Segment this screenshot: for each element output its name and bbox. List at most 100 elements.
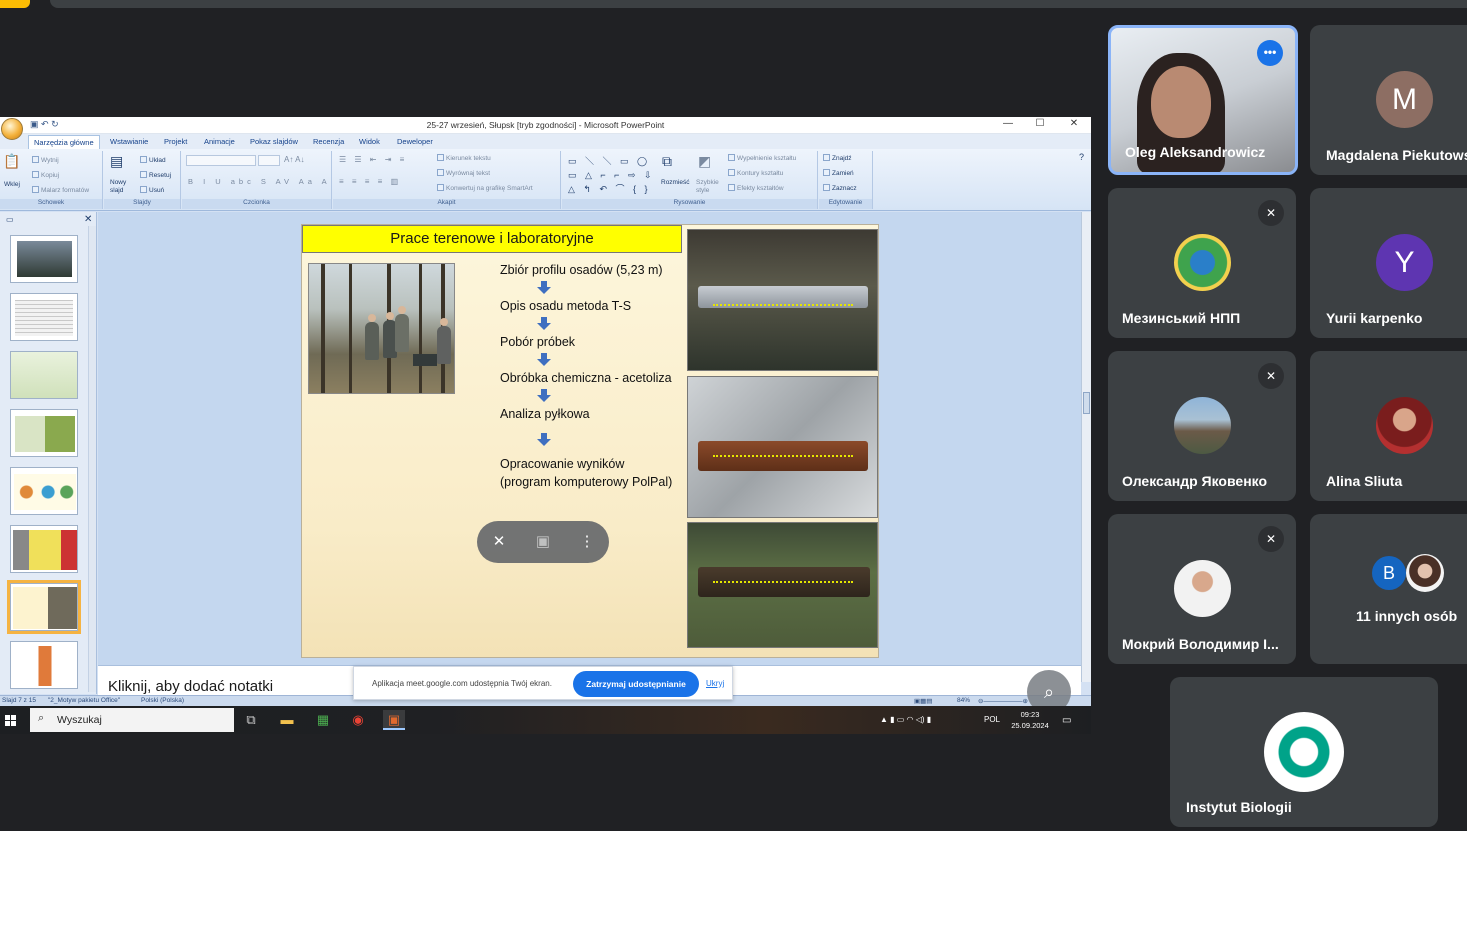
slide-thumbnail[interactable]: 6: [10, 525, 78, 573]
maximize-button[interactable]: ☐: [1028, 118, 1052, 129]
clock-date: 25.09.2024: [1011, 721, 1049, 730]
slide-canvas[interactable]: Prace terenowe i laboratoryjne Zbiór pro…: [301, 224, 879, 658]
paste-button[interactable]: Wklej: [4, 181, 20, 188]
arrange-button[interactable]: Rozmieść: [661, 179, 690, 186]
align-buttons[interactable]: ≡ ≡ ≡ ≡ ▥: [339, 177, 401, 186]
slide-thumbnail[interactable]: 1: [10, 235, 78, 283]
slide-thumbnail[interactable]: 4: [10, 409, 78, 457]
tab-developer[interactable]: Deweloper: [397, 137, 433, 146]
text-direction-button[interactable]: Kierunek tekstu: [437, 154, 491, 162]
close-button[interactable]: ✕: [1062, 118, 1086, 129]
windows-start-icon[interactable]: [5, 715, 16, 726]
stop-sharing-button[interactable]: Zatrzymaj udostępnianie: [573, 671, 699, 697]
powerpoint-taskbar-icon[interactable]: ▣: [383, 710, 405, 730]
presenting-indicator[interactable]: [0, 0, 30, 8]
new-slide-button[interactable]: Nowy slajd: [110, 179, 136, 195]
shape-effects-button[interactable]: Efekty kształtów: [728, 184, 784, 192]
quick-styles-icon[interactable]: ◩: [698, 153, 711, 170]
task-view-icon[interactable]: ⧉: [240, 710, 262, 730]
tray-icons[interactable]: ▲ ▮ ▭ ◠ ◁) ▮: [880, 715, 931, 724]
file-explorer-icon[interactable]: ▬: [276, 710, 298, 730]
slide-thumbnail-selected[interactable]: 7: [7, 580, 81, 634]
tab-slideshow[interactable]: Pokaz slajdów: [250, 137, 298, 146]
help-icon[interactable]: ?: [1079, 152, 1084, 162]
participant-tile-speaking[interactable]: ••• Oleg Aleksandrowicz: [1108, 25, 1298, 175]
minimize-button[interactable]: —: [996, 118, 1020, 129]
arrange-icon[interactable]: ⧉: [662, 153, 672, 170]
select-button[interactable]: Zaznacz: [823, 184, 857, 192]
participant-tile[interactable]: ✕ Мезинський НПП: [1108, 188, 1296, 338]
slide-thumbnail-panel: ▭ ✕ 1 2 3 4 5 6 7 8: [0, 212, 97, 694]
zoom-slider[interactable]: ⊖——————⊕: [978, 697, 1028, 705]
panel-close-icon[interactable]: ✕: [84, 214, 92, 225]
notifications-icon[interactable]: ▭: [1062, 715, 1071, 726]
tab-animations[interactable]: Animacje: [204, 137, 235, 146]
layout-button[interactable]: Układ: [140, 156, 166, 164]
avatar: [1174, 234, 1231, 291]
replace-button[interactable]: Zamień: [823, 169, 854, 177]
quick-styles-button[interactable]: Szybkie style: [696, 179, 722, 195]
ribbon: 📋 Wklej Wytnij Kopiuj Malarz formatów Sc…: [0, 149, 1091, 211]
core-photo-3: [687, 522, 878, 648]
participant-tile[interactable]: Alina Sliuta: [1310, 351, 1467, 501]
reset-button[interactable]: Resetuj: [140, 171, 171, 179]
participant-name: Magdalena Piekutows: [1326, 147, 1467, 163]
scroll-thumb[interactable]: [1083, 392, 1090, 414]
language-tray[interactable]: POL: [984, 715, 1000, 724]
delete-slide-button[interactable]: Usuń: [140, 186, 164, 194]
editing-group-label: Edytowanie: [819, 199, 872, 209]
participant-tile[interactable]: ✕ Олександр Яковенко: [1108, 351, 1296, 501]
office-button[interactable]: [1, 118, 23, 140]
step-chemical: Obróbka chemiczna - acetoliza: [500, 371, 672, 385]
vertical-scrollbar[interactable]: [1081, 212, 1091, 682]
spreadsheet-app-icon[interactable]: ▦: [312, 710, 334, 730]
new-slide-icon[interactable]: ▤: [110, 153, 123, 170]
more-options-icon[interactable]: ⋮: [576, 531, 598, 553]
tab-insert[interactable]: Wstawianie: [110, 137, 148, 146]
paragraph-group: ☰ ☰ ⇤ ⇥ ≡ ≡ ≡ ≡ ≡ ▥ Kierunek tekstu Wyró…: [333, 151, 561, 209]
copy-button[interactable]: Kopiuj: [32, 171, 59, 179]
reset-icon: [140, 171, 147, 178]
tab-review[interactable]: Recenzja: [313, 137, 344, 146]
hide-banner-link[interactable]: Ukryj: [706, 679, 724, 688]
camera-off-icon[interactable]: ▣: [532, 531, 554, 553]
mic-muted-icon: ✕: [1258, 200, 1284, 226]
slides-tab-icon[interactable]: ▭: [6, 215, 14, 224]
tab-design[interactable]: Projekt: [164, 137, 187, 146]
tab-view[interactable]: Widok: [359, 137, 380, 146]
font-name-field[interactable]: [186, 155, 256, 166]
mic-off-icon[interactable]: ✕: [488, 531, 510, 553]
tab-home[interactable]: Narzędzia główne: [28, 135, 100, 149]
cut-button[interactable]: Wytnij: [32, 156, 59, 164]
view-buttons[interactable]: ▣▦▤: [914, 697, 932, 705]
slide-thumbnail[interactable]: 5: [10, 467, 78, 515]
find-button[interactable]: Znajdź: [823, 154, 852, 162]
taskbar-clock[interactable]: 09:23 25.09.2024: [1006, 709, 1054, 731]
chrome-icon[interactable]: ◉: [347, 710, 369, 730]
participant-tile[interactable]: M Magdalena Piekutows: [1310, 25, 1467, 175]
participant-tile[interactable]: ✕ Мокрий Володимир І...: [1108, 514, 1296, 664]
slide-thumbnail[interactable]: 2: [10, 293, 78, 341]
font-format-buttons[interactable]: B I U abc S AV Aa A: [188, 177, 331, 186]
list-buttons[interactable]: ☰ ☰ ⇤ ⇥ ≡: [339, 155, 407, 164]
participant-tile[interactable]: Y Yurii karpenko: [1310, 188, 1467, 338]
font-grow-icon[interactable]: A↑ A↓: [284, 155, 304, 164]
font-size-field[interactable]: [258, 155, 280, 166]
slide-thumbnail[interactable]: 3: [10, 351, 78, 399]
smartart-button[interactable]: Konwertuj na grafikę SmartArt: [437, 184, 533, 192]
slide-thumbnail[interactable]: 8: [10, 641, 78, 689]
shape-fill-button[interactable]: Wypełnienie kształtu: [728, 154, 796, 162]
shape-outline-button[interactable]: Kontury kształtu: [728, 169, 783, 177]
replace-icon: [823, 169, 830, 176]
screen-share-controls: ✕ ▣ ⋮: [477, 521, 609, 563]
participant-tile[interactable]: Instytut Biologii: [1170, 677, 1438, 827]
paste-icon[interactable]: 📋: [3, 153, 20, 170]
align-text-button[interactable]: Wyrównaj tekst: [437, 169, 490, 177]
taskbar-search[interactable]: ⌕ Wyszukaj: [30, 708, 234, 732]
thumbnail-scrollbar[interactable]: [88, 226, 96, 692]
format-painter-button[interactable]: Malarz formatów: [32, 186, 89, 194]
browser-strip: [50, 0, 1467, 8]
participant-tile-others[interactable]: B 11 innych osób: [1310, 514, 1467, 664]
copy-icon: [32, 171, 39, 178]
person-figure: [395, 306, 409, 352]
